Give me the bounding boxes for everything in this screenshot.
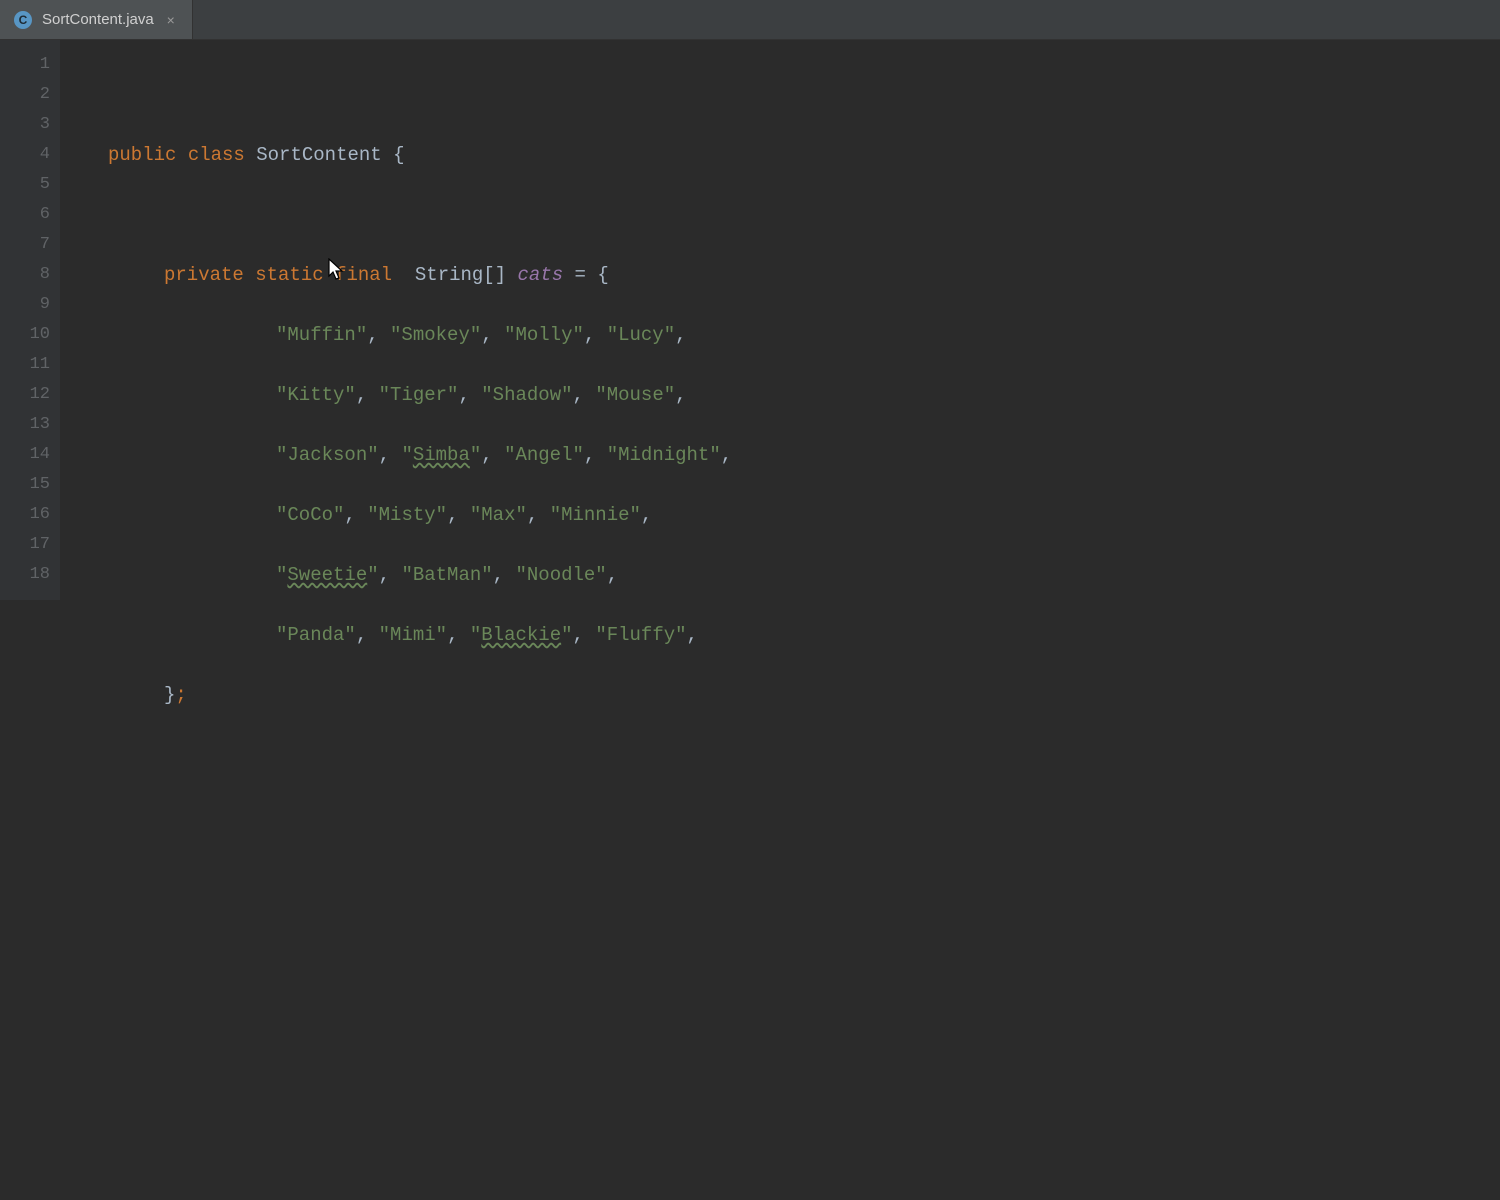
code-line[interactable] — [108, 80, 1500, 110]
code-line[interactable]: }; — [108, 680, 1500, 710]
string-literal: "Molly" — [504, 324, 584, 346]
string-literal: "Max" — [470, 504, 527, 526]
line-number: 2 — [0, 80, 50, 110]
keyword-static: static — [255, 264, 323, 286]
line-number: 4 — [0, 140, 50, 170]
code-editor[interactable]: 1 2 3 4 5 6 7 8 9 10 11 12 13 14 15 16 1… — [0, 40, 1500, 600]
string-literal: "Tiger" — [379, 384, 459, 406]
typo-sweetie: Sweetie — [287, 564, 367, 586]
string-literal: "Blackie" — [470, 624, 573, 646]
code-line[interactable] — [108, 800, 1500, 830]
string-literal: "Noodle" — [515, 564, 606, 586]
equals: = — [575, 264, 586, 286]
string-literal: "Angel" — [504, 444, 584, 466]
code-line[interactable]: "Jackson", "Simba", "Angel", "Midnight", — [108, 440, 1500, 470]
line-number: 6 — [0, 200, 50, 230]
string-literal: "Misty" — [367, 504, 447, 526]
string-literal: "Smokey" — [390, 324, 481, 346]
string-literal: "Lucy" — [607, 324, 675, 346]
line-number: 13 — [0, 410, 50, 440]
code-line[interactable]: "CoCo", "Misty", "Max", "Minnie", — [108, 500, 1500, 530]
line-number: 11 — [0, 350, 50, 380]
line-number: 10 — [0, 320, 50, 350]
field-cats: cats — [518, 264, 564, 286]
code-line[interactable] — [108, 920, 1500, 950]
semicolon: ; — [175, 684, 186, 706]
code-line[interactable] — [108, 200, 1500, 230]
line-number: 15 — [0, 470, 50, 500]
string-literal: "Mimi" — [379, 624, 447, 646]
line-number: 14 — [0, 440, 50, 470]
code-line[interactable]: "Muffin", "Smokey", "Molly", "Lucy", — [108, 320, 1500, 350]
line-number: 12 — [0, 380, 50, 410]
brace-open: { — [393, 144, 404, 166]
string-literal: "Simba" — [401, 444, 481, 466]
keyword-final: final — [335, 264, 392, 286]
code-line[interactable]: "Panda", "Mimi", "Blackie", "Fluffy", — [108, 620, 1500, 650]
code-line[interactable]: "Kitty", "Tiger", "Shadow", "Mouse", — [108, 380, 1500, 410]
string-literal: "Kitty" — [276, 384, 356, 406]
code-line[interactable] — [108, 980, 1500, 1010]
line-number: 8 — [0, 260, 50, 290]
type-string-array: String[] — [415, 264, 506, 286]
brace-open: { — [597, 264, 608, 286]
line-number: 9 — [0, 290, 50, 320]
string-literal: "Midnight" — [607, 444, 721, 466]
string-literal: "Mouse" — [595, 384, 675, 406]
java-class-icon: C — [14, 11, 32, 29]
string-literal: "Jackson" — [276, 444, 379, 466]
string-literal: "BatMan" — [401, 564, 492, 586]
line-number: 3 — [0, 110, 50, 140]
code-line[interactable]: private static final String[] cats = { — [108, 260, 1500, 290]
typo-simba: Simba — [413, 444, 470, 466]
line-number: 5 — [0, 170, 50, 200]
editor-tab[interactable]: C SortContent.java × — [0, 0, 193, 39]
code-line[interactable] — [108, 740, 1500, 770]
code-area[interactable]: public class SortContent { private stati… — [60, 40, 1500, 600]
code-line[interactable] — [108, 1100, 1500, 1130]
string-literal: "Sweetie" — [276, 564, 379, 586]
string-literal: "CoCo" — [276, 504, 344, 526]
keyword-public: public — [108, 144, 176, 166]
string-literal: "Minnie" — [550, 504, 641, 526]
keyword-class: class — [188, 144, 245, 166]
line-number-gutter: 1 2 3 4 5 6 7 8 9 10 11 12 13 14 15 16 1… — [0, 40, 60, 600]
brace-close: } — [164, 684, 175, 706]
line-number: 16 — [0, 500, 50, 530]
tab-bar: C SortContent.java × — [0, 0, 1500, 40]
line-number: 7 — [0, 230, 50, 260]
string-literal: "Fluffy" — [595, 624, 686, 646]
code-line[interactable]: "Sweetie", "BatMan", "Noodle", — [108, 560, 1500, 590]
string-literal: "Shadow" — [481, 384, 572, 406]
close-icon[interactable]: × — [164, 12, 178, 28]
string-literal: "Muffin" — [276, 324, 367, 346]
code-line[interactable]: public class SortContent { — [108, 140, 1500, 170]
line-number: 1 — [0, 50, 50, 80]
line-number: 17 — [0, 530, 50, 560]
line-number: 18 — [0, 560, 50, 590]
code-line[interactable] — [108, 1040, 1500, 1070]
tab-filename: SortContent.java — [42, 11, 154, 28]
code-line[interactable] — [108, 860, 1500, 890]
keyword-private: private — [164, 264, 244, 286]
class-name: SortContent — [256, 144, 381, 166]
string-literal: "Panda" — [276, 624, 356, 646]
typo-blackie: Blackie — [481, 624, 561, 646]
